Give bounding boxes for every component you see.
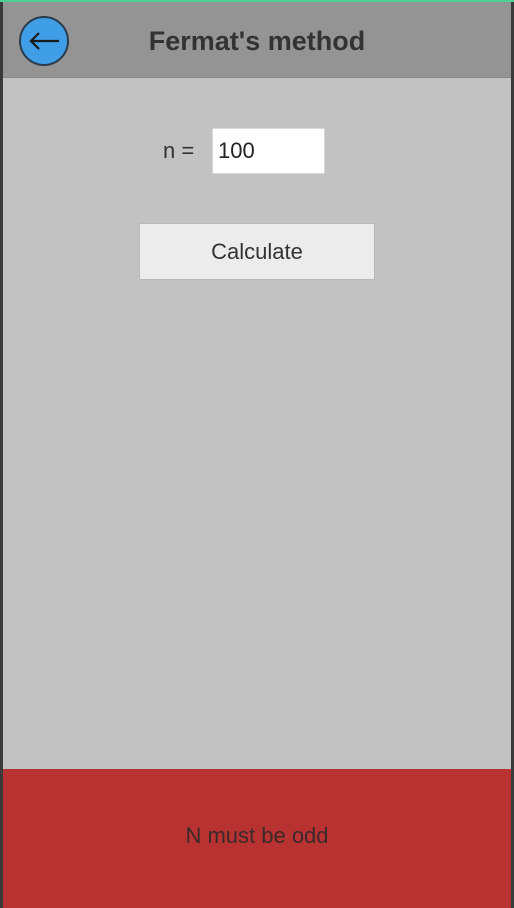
- n-label: n =: [163, 138, 195, 163]
- page-title: Fermat's method: [148, 26, 366, 56]
- header-bar: Fermat's method: [3, 2, 511, 78]
- error-panel: N must be odd: [3, 769, 511, 908]
- screen: Fermat's method n = Calculate N must be …: [3, 2, 511, 908]
- n-input[interactable]: [212, 128, 325, 174]
- calculate-button[interactable]: Calculate: [139, 223, 375, 280]
- error-message: N must be odd: [185, 823, 329, 848]
- app-frame: Fermat's method n = Calculate N must be …: [0, 0, 514, 908]
